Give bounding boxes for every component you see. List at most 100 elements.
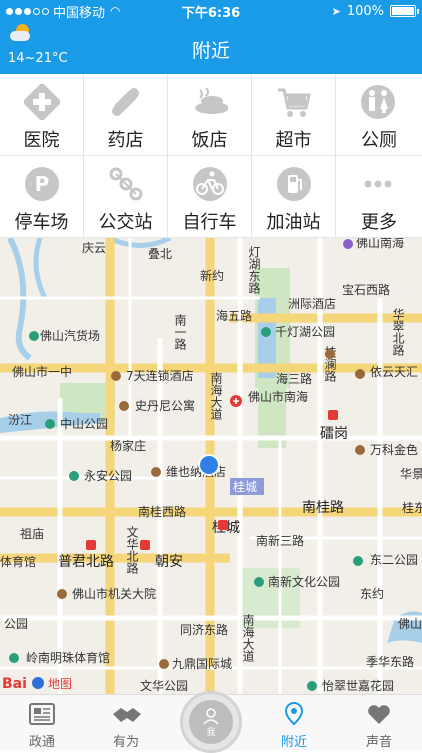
map-label: 礌岗	[320, 426, 348, 442]
map-label: 南海大道	[241, 613, 255, 662]
map-label: 佛山	[398, 617, 422, 631]
map-label: 佛山市机关大院	[72, 586, 156, 601]
map-label: 新约	[200, 268, 224, 283]
map-label: 永安公园	[84, 468, 132, 483]
map-label: 朝安	[155, 554, 183, 570]
tab-nearby[interactable]: 附近	[252, 695, 336, 751]
status-time: 下午6:36	[181, 5, 241, 21]
map-label: 祖庙	[20, 526, 44, 541]
map-label: 普君北路	[58, 554, 114, 570]
tab-label: 附近	[280, 735, 307, 750]
svg-text:Bai: Bai	[2, 676, 27, 692]
map-logo-text: 地图	[48, 677, 72, 691]
newspaper-icon	[27, 701, 57, 727]
map-label: 桂城	[233, 479, 257, 494]
map-label: 汾江	[8, 413, 32, 427]
status-bar: 中国移动 ◠ 下午6:36 ➤ 100%	[0, 0, 422, 22]
map-label: 南新文化公园	[268, 574, 340, 589]
map-label: 叠北	[148, 247, 172, 261]
category-label: 自行车	[182, 212, 237, 233]
map-label: 宝石西路	[342, 282, 390, 297]
map-label: 公园	[4, 617, 28, 631]
tab-zhengtong[interactable]: 政通	[0, 695, 84, 751]
category-label: 饭店	[191, 130, 228, 151]
map-label: 文华北路	[125, 525, 139, 575]
map-label: 桂东	[402, 500, 422, 515]
tab-bar: 政通 有为 我 附近 声音	[0, 691, 422, 753]
gas-station-icon	[276, 166, 312, 202]
restroom-icon	[360, 84, 396, 120]
category-supermarket[interactable]: 超市	[252, 74, 336, 156]
bus-stop-icon	[108, 166, 144, 202]
category-more[interactable]: 更多	[336, 156, 422, 238]
user-icon: 我	[189, 700, 233, 744]
category-label: 更多	[361, 212, 397, 233]
tab-voice[interactable]: 声音	[336, 695, 422, 751]
map-label: 洲际酒店	[288, 297, 336, 311]
map-label: 东约	[360, 586, 384, 601]
category-label: 药店	[107, 130, 144, 151]
map-view[interactable]: 庆云 叠北 新约 佛山南海 宝石西路 洲际酒店 海五路 佛山汽货场 千灯湖公园 …	[0, 238, 422, 694]
category-grid: 医院 药店 饭店 超市 公厕 P 停车场 公交站 自行车 加油站 更多	[0, 74, 422, 238]
category-label: 超市	[275, 130, 312, 151]
page-title: 附近	[191, 40, 230, 62]
tab-label: 我	[206, 727, 216, 738]
category-label: 公厕	[361, 130, 397, 151]
map-label: 华翠北路	[391, 308, 405, 357]
parking-icon: P	[24, 166, 60, 202]
map-label: 华景路	[400, 466, 422, 481]
map-label: 中山公园	[60, 416, 108, 431]
map-label: 庆云	[82, 241, 106, 255]
category-label: 加油站	[266, 212, 321, 233]
map-label: 文华公园	[140, 678, 188, 693]
map-label: 南一路	[173, 313, 187, 351]
category-hospital[interactable]: 医院	[0, 74, 84, 156]
nav-bar: 14~21°C 附近	[0, 22, 422, 74]
location-pin-icon	[279, 701, 309, 727]
pharmacy-icon	[108, 84, 144, 120]
tab-label: 声音	[365, 735, 392, 750]
map-label: 南桂路	[302, 500, 344, 516]
category-bus-stop[interactable]: 公交站	[84, 156, 168, 238]
tab-me-button[interactable]: 我	[180, 691, 242, 753]
heart-voice-icon	[364, 701, 394, 727]
map-label: 佛山市一中	[12, 364, 72, 379]
bicycle-icon	[192, 166, 228, 202]
map-label: 海五路	[216, 308, 252, 323]
category-pharmacy[interactable]: 药店	[84, 74, 168, 156]
tab-youwei[interactable]: 有为	[84, 695, 168, 751]
supermarket-icon	[276, 84, 312, 120]
tab-label: 政通	[28, 735, 55, 750]
map-label: 南桂西路	[138, 504, 186, 519]
map-label: 九鼎国际城	[172, 657, 232, 671]
map-label: 海三路	[276, 371, 312, 386]
map-label: 依云天汇	[370, 364, 418, 379]
category-label: 医院	[23, 130, 60, 151]
map-label: 佛山市南海	[248, 389, 308, 404]
map-label: 体育馆	[0, 554, 36, 569]
category-bicycle[interactable]: 自行车	[168, 156, 252, 238]
map-label: 7天连锁酒店	[126, 368, 194, 383]
map-label: 史丹尼公寓	[135, 398, 195, 413]
handshake-icon	[111, 701, 141, 727]
map-label: 南新三路	[256, 533, 304, 548]
category-restroom[interactable]: 公厕	[336, 74, 422, 156]
map-label: 万科金色	[370, 442, 418, 457]
category-gas-station[interactable]: 加油站	[252, 156, 336, 238]
map-label: 佛山南海	[356, 238, 404, 250]
category-restaurant[interactable]: 饭店	[168, 74, 252, 156]
battery-icon	[390, 5, 419, 17]
category-label: 公交站	[98, 212, 153, 233]
hospital-icon	[24, 84, 60, 120]
map-label: 千灯湖公园	[275, 324, 335, 339]
tab-label: 有为	[112, 735, 139, 750]
baidu-map-logo: Bai 地图	[2, 676, 72, 692]
map-label: 同济东路	[180, 622, 228, 637]
map-label: 灯湖东路	[247, 246, 261, 295]
more-icon	[360, 166, 396, 202]
restaurant-icon	[192, 84, 228, 120]
map-label: 岭南明珠体育馆	[26, 650, 110, 665]
map-label: 怡翠世嘉花园	[322, 678, 394, 693]
map-label: 东二公园	[370, 553, 418, 567]
category-parking[interactable]: P 停车场	[0, 156, 84, 238]
